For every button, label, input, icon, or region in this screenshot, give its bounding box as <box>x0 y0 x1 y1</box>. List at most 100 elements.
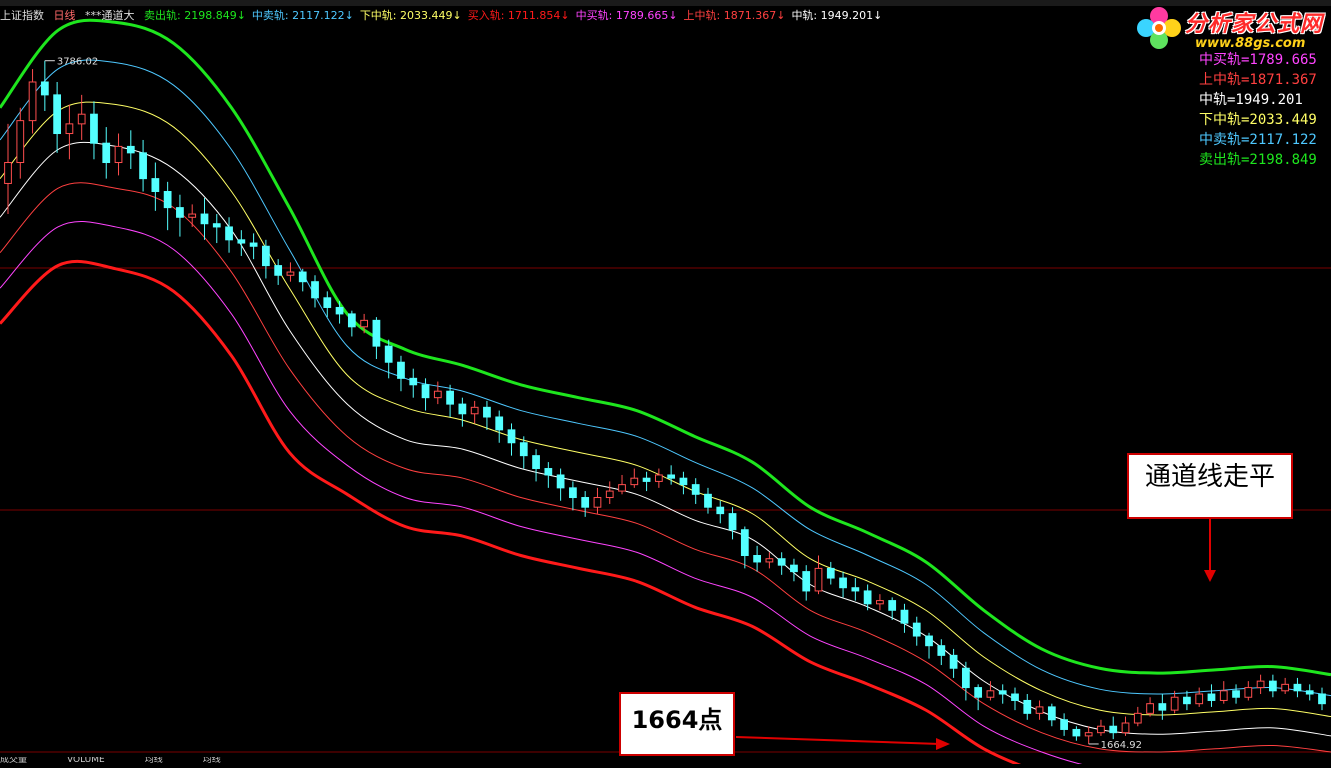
candle-body-down <box>458 403 467 415</box>
candle-body-down <box>421 384 430 399</box>
candle-body-up <box>286 271 295 276</box>
legend-entry: 下中轨=2033.449 <box>1199 112 1317 128</box>
candle-body-up <box>1281 683 1290 692</box>
candle-body-down <box>532 455 540 470</box>
candle-body-up <box>593 497 602 508</box>
candle-body-down <box>151 178 160 193</box>
candle-body-up <box>1146 703 1154 714</box>
candle-body-down <box>961 667 970 689</box>
legend-entry: 卖出轨=2198.849 <box>1199 152 1317 168</box>
candle-body-up <box>77 113 86 125</box>
candle-body-up <box>16 120 25 164</box>
candle-body-up <box>765 558 774 563</box>
candle-body-down <box>912 622 921 637</box>
candle-body-down <box>716 506 725 515</box>
candle-body-down <box>888 600 897 611</box>
candle-body-up <box>986 690 995 698</box>
volume-panel-label: 成交量 <box>0 757 28 764</box>
header-band-value: 买入轨: 1711.854↓ <box>467 9 570 22</box>
candle-body-up <box>1170 696 1179 711</box>
candle-body-down <box>347 313 356 328</box>
candle-body-down <box>40 81 49 96</box>
logo-title: 分析家公式网 <box>1185 12 1324 37</box>
candle-body-up <box>4 162 12 184</box>
candle-body-down <box>1232 690 1240 698</box>
period-label[interactable]: 日线 <box>54 9 76 22</box>
candle-body-up <box>1219 690 1228 701</box>
candle-body-up <box>114 145 123 164</box>
candle-body-down <box>581 497 590 508</box>
candle-body-down <box>1183 696 1191 705</box>
candle-body-down <box>777 558 786 566</box>
candle-body-down <box>1318 693 1326 705</box>
candle-body-up <box>1097 725 1105 734</box>
candle-body-down <box>974 687 983 698</box>
candle-body-up <box>1084 732 1093 737</box>
candle-body-down <box>1269 680 1277 692</box>
candle-body-down <box>274 265 283 276</box>
chart-background <box>0 0 1331 764</box>
candle-body-down <box>667 474 676 479</box>
candle-body-down <box>1023 699 1032 714</box>
header-band-value: 中买轨: 1789.665↓ <box>575 9 678 22</box>
candle-body-down <box>900 609 909 624</box>
candle-body-up <box>360 319 369 328</box>
candle-body-up <box>1195 693 1204 705</box>
indicator-name: ***通道大 <box>85 9 135 22</box>
site-logo: 分析家公式网 www.88gs.com <box>1133 2 1329 52</box>
candle-body-down <box>728 513 737 531</box>
candle-body-up <box>630 477 639 486</box>
candle-body-down <box>225 226 233 241</box>
legend-entry: 上中轨=1871.367 <box>1199 72 1317 88</box>
candle-body-down <box>937 645 946 656</box>
candle-body-down <box>790 564 798 573</box>
candle-body-down <box>237 239 246 244</box>
candle-body-down <box>1293 683 1302 692</box>
high-label: 3786.02 <box>57 57 98 68</box>
candle-body-down <box>691 484 700 495</box>
candle-body-down <box>1207 693 1216 701</box>
candle-body-up <box>1244 687 1253 698</box>
price-chart[interactable]: 3786.02 1664.92 <box>0 0 1331 768</box>
candle-body-up <box>876 600 884 605</box>
flat-channel-callout: 通道线走平 <box>1127 453 1293 519</box>
candle-body-down <box>397 361 405 379</box>
candle-body-down <box>1305 690 1314 695</box>
candle-body-down <box>839 577 847 589</box>
candle-body-down <box>335 306 344 315</box>
candle-body-down <box>176 207 184 218</box>
candle-body-up <box>654 474 663 482</box>
index-name: 上证指数 <box>0 9 44 22</box>
candle-body-up <box>814 567 823 592</box>
candle-body-down <box>556 474 565 489</box>
candle-body-down <box>495 416 504 431</box>
chart-stage: 3786.02 1664.92 <box>0 0 1331 768</box>
candle-body-up <box>28 81 37 122</box>
candle-body-up <box>1256 680 1265 689</box>
candle-body-up <box>1133 712 1142 724</box>
low-point-callout: 1664点 <box>619 692 735 756</box>
header-band-value: 中轨: 1949.201↓ <box>791 9 883 22</box>
volume-panel-header: 成交量 VOLUME 均线 均线 <box>0 757 1331 764</box>
candle-body-down <box>409 377 418 386</box>
candle-body-up <box>470 406 479 415</box>
candle-body-up <box>1121 722 1130 734</box>
candle-body-down <box>1011 693 1019 701</box>
header-band-value: 上中轨: 1871.367↓ <box>683 9 786 22</box>
candle-body-down <box>642 477 651 482</box>
candle-body-down <box>704 493 712 508</box>
candle-body-up <box>433 390 442 399</box>
flower-logo-icon <box>1137 7 1181 49</box>
candle-body-down <box>1109 725 1118 734</box>
candle-body-up <box>65 123 74 135</box>
logo-url[interactable]: www.88gs.com <box>1195 36 1305 51</box>
candle-body-up <box>605 490 614 499</box>
header-band-value: 卖出轨: 2198.849↓ <box>144 9 246 22</box>
candle-body-down <box>753 555 761 563</box>
candle-body-down <box>311 281 319 299</box>
candle-body-down <box>200 213 209 225</box>
candle-body-up <box>1035 706 1044 714</box>
header-band-value: 中卖轨: 2117.122↓ <box>251 9 354 22</box>
candle-body-down <box>851 587 860 592</box>
candle-body-down <box>163 191 172 209</box>
